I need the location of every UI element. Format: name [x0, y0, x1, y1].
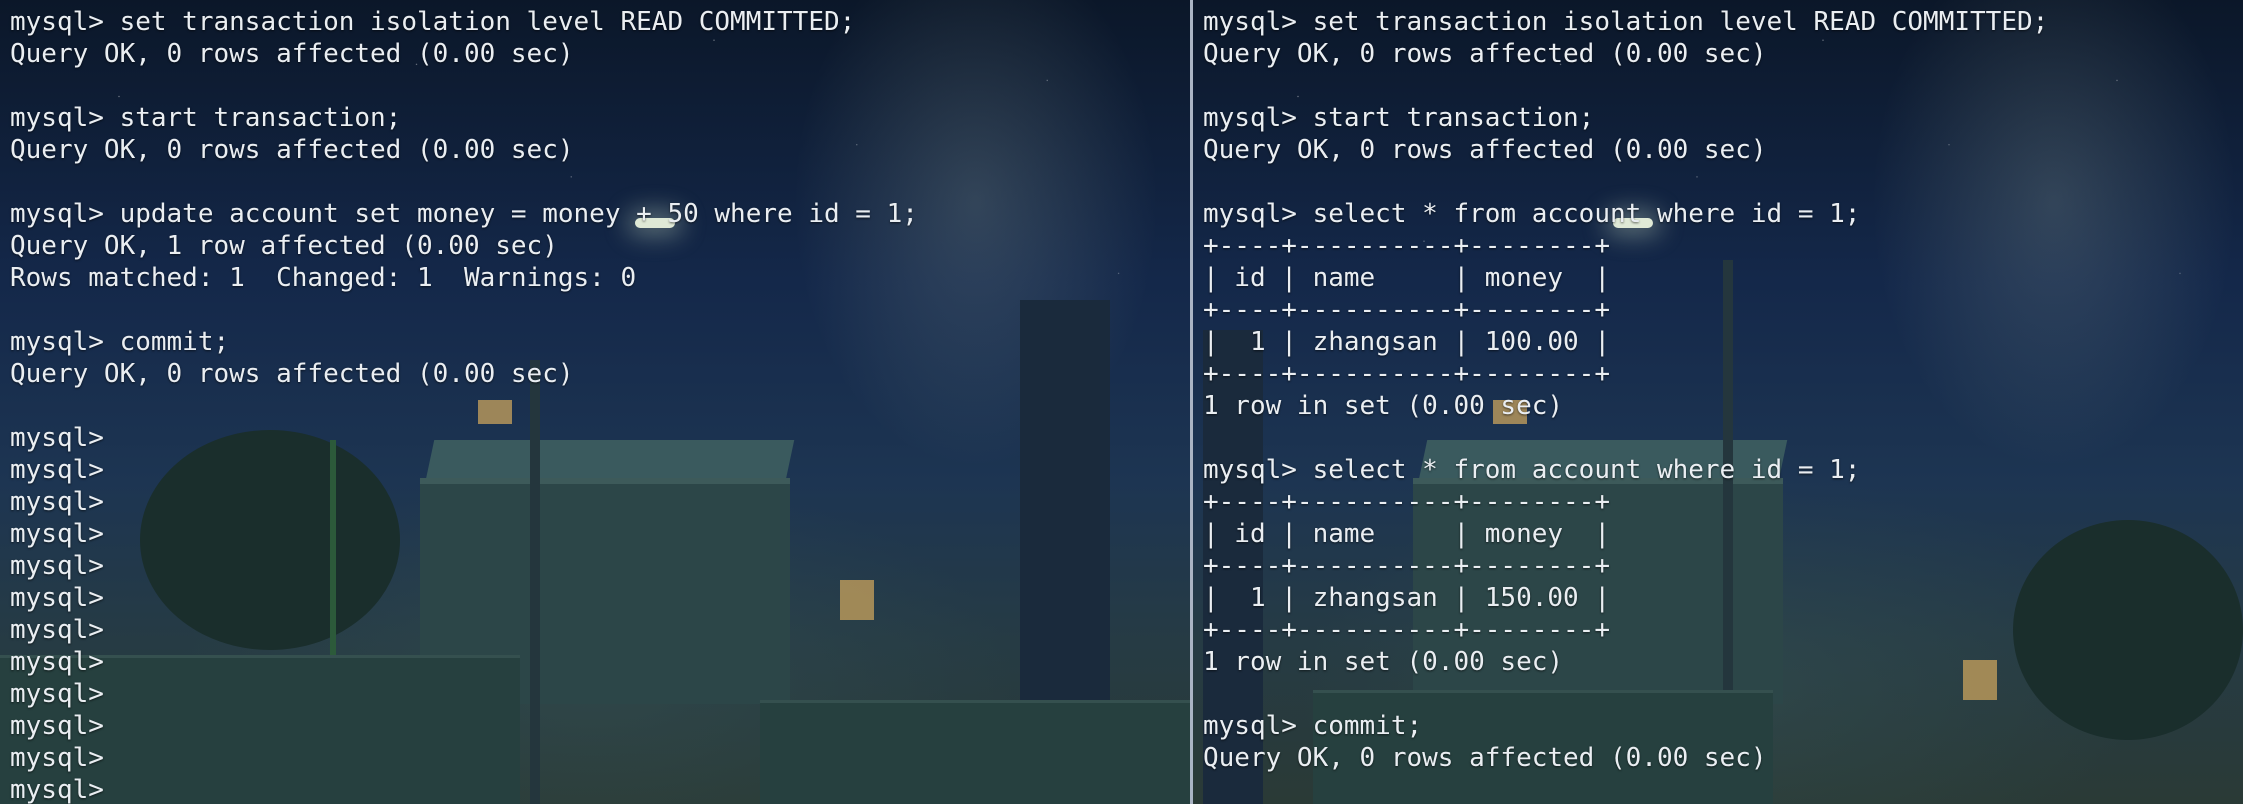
result-table-row: | 1 | zhangsan | 150.00 | [1203, 583, 1610, 613]
terminal-prompt: mysql> [10, 583, 104, 613]
terminal-line: Query OK, 0 rows affected (0.00 sec) [10, 359, 574, 389]
right-terminal-pane[interactable]: mysql> set transaction isolation level R… [1193, 0, 2243, 804]
terminal-line: mysql> start transaction; [10, 103, 402, 133]
terminal-line: Rows matched: 1 Changed: 1 Warnings: 0 [10, 263, 637, 293]
terminal-prompt: mysql> [10, 551, 104, 581]
result-table-header: | id | name | money | [1203, 519, 1610, 549]
terminal-line: Query OK, 0 rows affected (0.00 sec) [1203, 743, 1767, 773]
split-terminal-screen: mysql> set transaction isolation level R… [0, 0, 2243, 804]
terminal-line: Query OK, 1 row affected (0.00 sec) [10, 231, 558, 261]
result-table-border: +----+----------+--------+ [1203, 551, 1610, 581]
result-table-row: | 1 | zhangsan | 100.00 | [1203, 327, 1610, 357]
terminal-prompt: mysql> [10, 743, 104, 773]
terminal-prompt: mysql> [10, 455, 104, 485]
terminal-prompt: mysql> [10, 615, 104, 645]
result-table-header: | id | name | money | [1203, 263, 1610, 293]
terminal-line: mysql> commit; [1203, 711, 1423, 741]
left-terminal-output: mysql> set transaction isolation level R… [0, 0, 918, 804]
terminal-line: mysql> set transaction isolation level R… [10, 7, 856, 37]
result-table-border: +----+----------+--------+ [1203, 487, 1610, 517]
terminal-line: mysql> set transaction isolation level R… [1203, 7, 2049, 37]
terminal-line: 1 row in set (0.00 sec) [1203, 391, 1564, 421]
terminal-line: Query OK, 0 rows affected (0.00 sec) [1203, 135, 1767, 165]
terminal-line: 1 row in set (0.00 sec) [1203, 647, 1564, 677]
terminal-line: Query OK, 0 rows affected (0.00 sec) [10, 135, 574, 165]
left-terminal-pane[interactable]: mysql> set transaction isolation level R… [0, 0, 1190, 804]
terminal-prompt: mysql> [10, 487, 104, 517]
terminal-line: mysql> select * from account where id = … [1203, 455, 1861, 485]
terminal-line: Query OK, 0 rows affected (0.00 sec) [1203, 39, 1767, 69]
terminal-prompt-active[interactable]: mysql> [10, 774, 918, 804]
terminal-line: mysql> update account set money = money … [10, 199, 918, 229]
terminal-prompt: mysql> [10, 519, 104, 549]
result-table-border: +----+----------+--------+ [1203, 615, 1610, 645]
result-table-border: +----+----------+--------+ [1203, 231, 1610, 261]
right-terminal-output: mysql> set transaction isolation level R… [1193, 0, 2048, 774]
terminal-line: mysql> select * from account where id = … [1203, 199, 1861, 229]
terminal-prompt: mysql> [10, 711, 104, 741]
result-table-border: +----+----------+--------+ [1203, 359, 1610, 389]
terminal-line: Query OK, 0 rows affected (0.00 sec) [10, 39, 574, 69]
terminal-line: mysql> commit; [10, 327, 230, 357]
terminal-prompt: mysql> [10, 679, 104, 709]
terminal-line: mysql> start transaction; [1203, 103, 1595, 133]
terminal-prompt: mysql> [10, 647, 104, 677]
terminal-prompt: mysql> [10, 423, 104, 453]
result-table-border: +----+----------+--------+ [1203, 295, 1610, 325]
